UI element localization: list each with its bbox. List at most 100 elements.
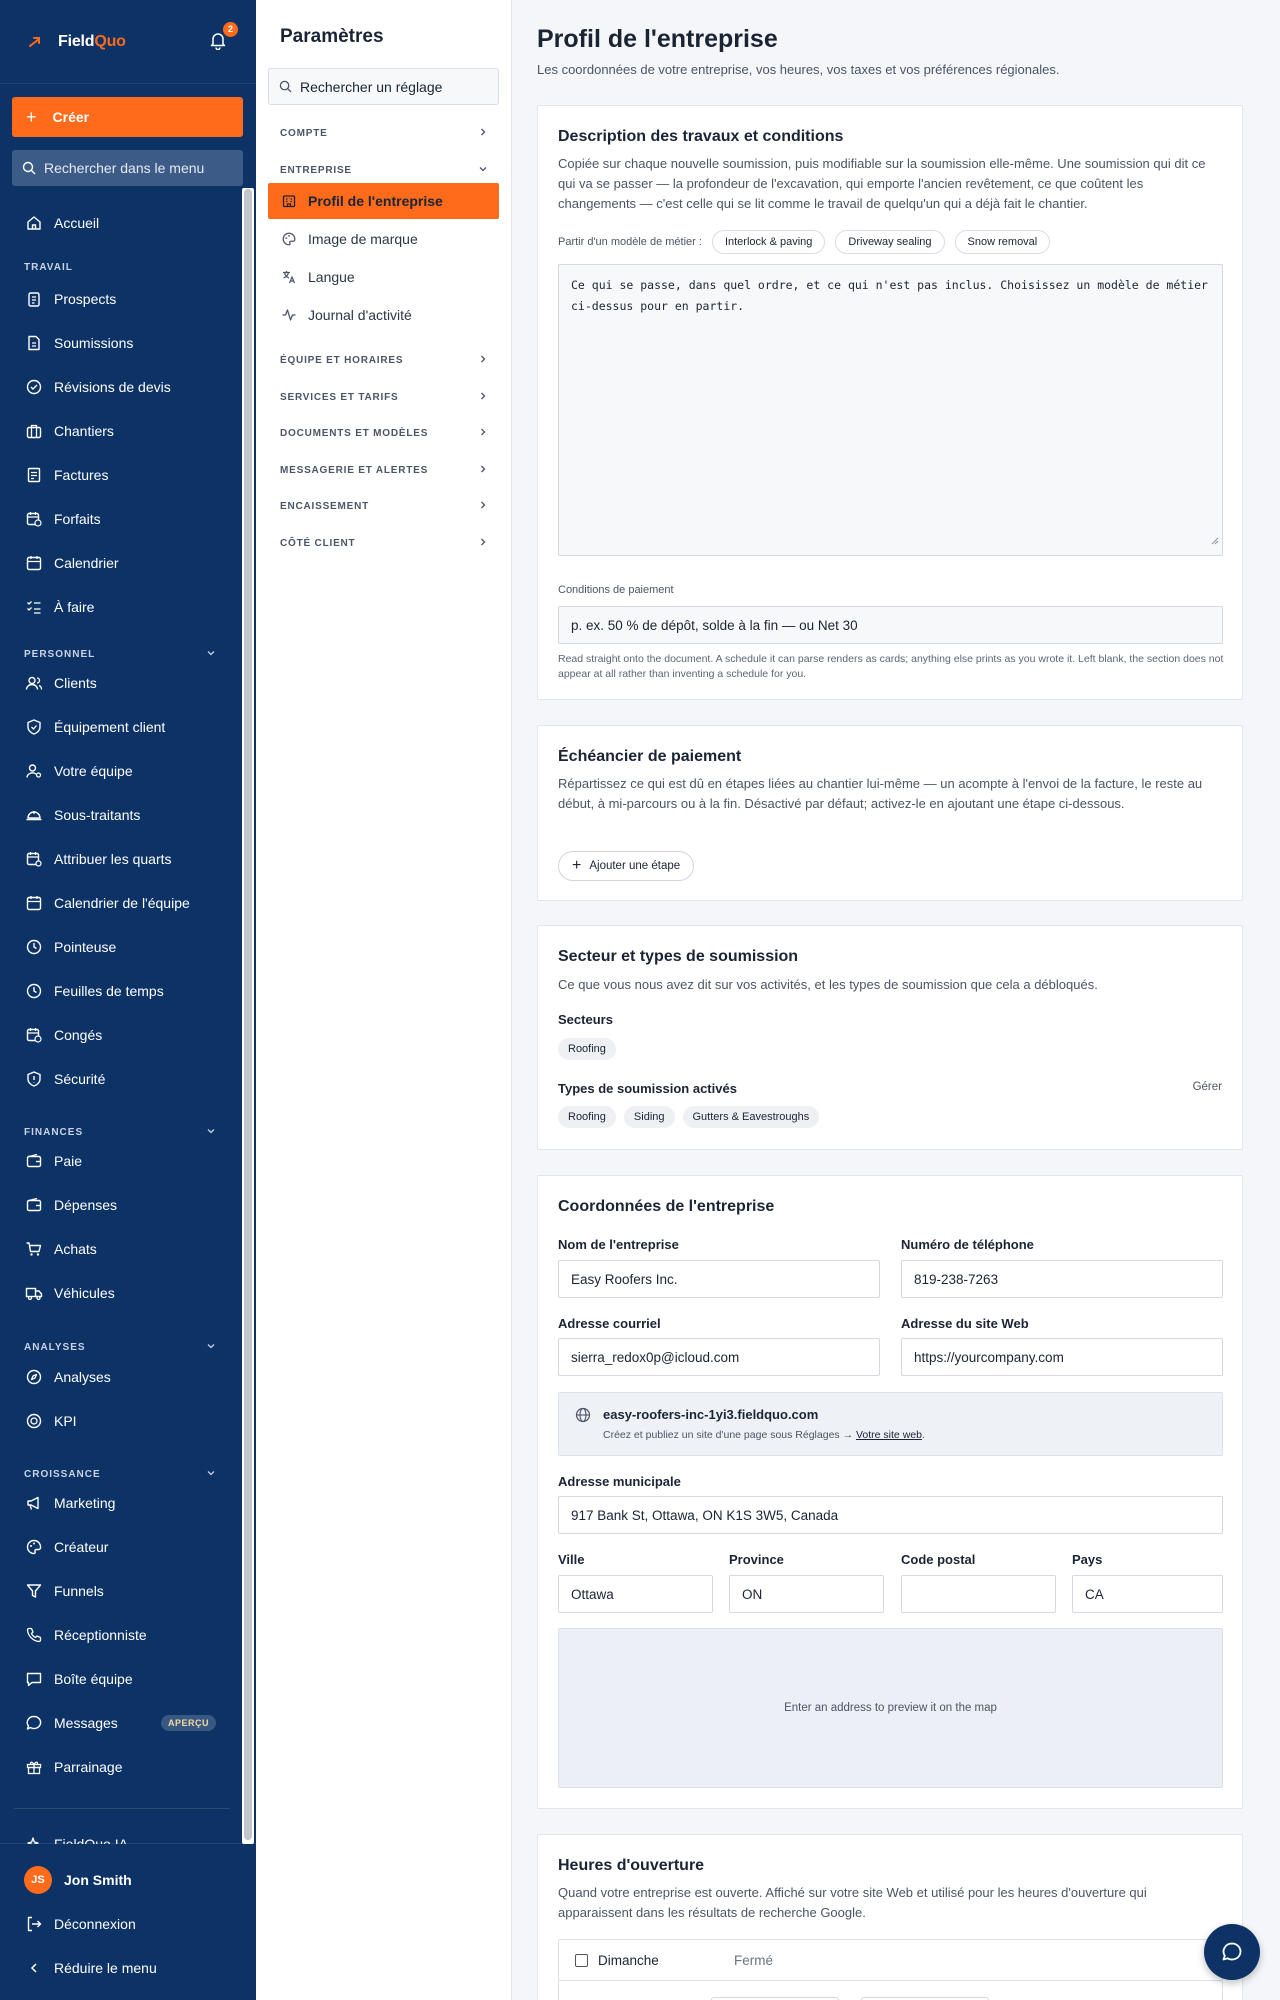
chevron-right-icon bbox=[478, 391, 488, 404]
sidebar-item-paie[interactable]: Paie bbox=[0, 1143, 240, 1179]
sector-tag: Roofing bbox=[558, 1038, 616, 1060]
settings-group-client[interactable]: CÔTÉ CLIENT bbox=[280, 537, 488, 550]
sidebar-item-feuilles[interactable]: Feuilles de temps bbox=[0, 973, 240, 1009]
sidebar-item-pointeuse[interactable]: Pointeuse bbox=[0, 929, 240, 965]
brand-name[interactable]: FieldQuo bbox=[58, 33, 126, 51]
address-input[interactable]: 917 Bank St, Ottawa, ON K1S 3W5, Canada bbox=[558, 1496, 1223, 1534]
notifications-bell-icon[interactable]: 2 bbox=[208, 21, 238, 54]
phone-incoming-icon bbox=[24, 1625, 44, 1645]
collapse-menu-button[interactable]: Réduire le menu bbox=[0, 1950, 256, 1986]
phone-input[interactable]: 819-238-7263 bbox=[901, 1260, 1223, 1298]
settings-group-entreprise[interactable]: ENTREPRISE bbox=[280, 164, 488, 177]
country-input[interactable]: CA bbox=[1072, 1575, 1223, 1613]
settings-group-documents[interactable]: DOCUMENTS ET MODÈLES bbox=[280, 427, 488, 440]
website-input[interactable]: https://yourcompany.com bbox=[901, 1338, 1223, 1376]
sidebar-item-equipe[interactable]: Votre équipe bbox=[0, 753, 240, 789]
notification-count-badge: 2 bbox=[223, 21, 238, 37]
sidebar-item-forfaits[interactable]: Forfaits bbox=[0, 501, 240, 537]
settings-group-encaissement[interactable]: ENCAISSEMENT bbox=[280, 500, 488, 513]
template-chip-driveway[interactable]: Driveway sealing bbox=[835, 230, 945, 254]
sidebar-item-vehicules[interactable]: Véhicules bbox=[0, 1275, 240, 1311]
sidebar-item-securite[interactable]: Sécurité bbox=[0, 1061, 240, 1097]
search-icon bbox=[279, 80, 292, 93]
logout-button[interactable]: Déconnexion bbox=[0, 1906, 256, 1942]
sidebar-item-funnels[interactable]: Funnels bbox=[0, 1573, 240, 1609]
menu-search-input[interactable]: Rechercher dans le menu bbox=[12, 150, 243, 186]
user-profile[interactable]: JS Jon Smith bbox=[0, 1862, 256, 1898]
sidebar-item-clients[interactable]: Clients bbox=[0, 665, 240, 701]
plus-icon: + bbox=[26, 106, 37, 127]
sidebar-item-prospects[interactable]: Prospects bbox=[0, 281, 240, 317]
briefcase-icon bbox=[24, 421, 44, 441]
settings-item-langue[interactable]: Langue bbox=[268, 259, 499, 295]
settings-item-profil[interactable]: Profil de l'entreprise bbox=[268, 183, 499, 219]
section-analyses[interactable]: ANALYSES bbox=[24, 1341, 216, 1354]
sidebar-item-kpi[interactable]: KPI bbox=[0, 1403, 240, 1439]
postal-input[interactable] bbox=[901, 1575, 1056, 1613]
your-site-link[interactable]: Votre site web bbox=[856, 1429, 922, 1441]
create-button[interactable]: + Créer bbox=[12, 97, 243, 137]
sidebar-item-home[interactable]: Accueil bbox=[0, 205, 240, 241]
settings-group-compte[interactable]: COMPTE bbox=[280, 127, 488, 140]
sidebar-item-achats[interactable]: Achats bbox=[0, 1231, 240, 1267]
hours-row-next bbox=[558, 1981, 1223, 2000]
sidebar-item-receptionniste[interactable]: Réceptionniste bbox=[0, 1617, 240, 1653]
settings-group-equipe[interactable]: ÉQUIPE ET HORAIRES bbox=[280, 354, 488, 367]
brand-row: FieldQuo 2 bbox=[0, 0, 256, 84]
company-name-input[interactable]: Easy Roofers Inc. bbox=[558, 1260, 880, 1298]
email-input[interactable]: sierra_redox0p@icloud.com bbox=[558, 1338, 880, 1376]
chat-bubble-icon bbox=[1222, 1942, 1242, 1961]
chat-bubble-icon bbox=[24, 1713, 44, 1733]
add-step-button[interactable]: + Ajouter une étape bbox=[558, 851, 695, 881]
scrollbar-thumb[interactable] bbox=[244, 189, 252, 1840]
site-url[interactable]: easy-roofers-inc-1yi3.fieldquo.com bbox=[603, 1407, 818, 1422]
sidebar-item-equipement[interactable]: Équipement client bbox=[0, 709, 240, 745]
sidebar-item-calendrier[interactable]: Calendrier bbox=[0, 545, 240, 581]
hosted-site-box: easy-roofers-inc-1yi3.fieldquo.com Créez… bbox=[558, 1392, 1223, 1456]
calendar-icon bbox=[24, 553, 44, 573]
template-chip-snow[interactable]: Snow removal bbox=[954, 230, 1051, 254]
section-personnel[interactable]: PERSONNEL bbox=[24, 648, 216, 661]
check-circle-icon bbox=[24, 377, 44, 397]
chevron-down-icon bbox=[206, 648, 216, 661]
sidebar-item-analyses[interactable]: Analyses bbox=[0, 1359, 240, 1395]
sidebar-item-a-faire[interactable]: À faire bbox=[0, 589, 240, 625]
sidebar-item-quarts[interactable]: Attribuer les quarts bbox=[0, 841, 240, 877]
email-label: Adresse courriel bbox=[558, 1316, 661, 1331]
sidebar-item-boite[interactable]: Boîte équipe bbox=[0, 1661, 240, 1697]
section-finances[interactable]: FINANCES bbox=[24, 1126, 216, 1139]
sidebar-item-ia[interactable]: FieldQuo IA bbox=[0, 1826, 240, 1844]
sidebar-item-chantiers[interactable]: Chantiers bbox=[0, 413, 240, 449]
card-description: Ce que vous nous avez dit sur vos activi… bbox=[558, 977, 1098, 992]
resize-handle-icon[interactable] bbox=[1210, 531, 1219, 552]
sidebar-item-messages[interactable]: Messages APERÇU bbox=[0, 1705, 240, 1741]
sidebar-item-factures[interactable]: Factures bbox=[0, 457, 240, 493]
province-input[interactable]: ON bbox=[729, 1575, 884, 1613]
manage-link[interactable]: Gérer bbox=[1193, 1081, 1222, 1093]
payment-terms-input[interactable]: p. ex. 50 % de dépôt, solde à la fin — o… bbox=[558, 606, 1223, 644]
work-description-textarea[interactable]: Ce qui se passe, dans quel ordre, et ce … bbox=[558, 264, 1223, 556]
sidebar-item-sous-traitants[interactable]: Sous-traitants bbox=[0, 797, 240, 833]
sidebar-item-parrainage[interactable]: Parrainage bbox=[0, 1749, 240, 1785]
settings-group-services[interactable]: SERVICES ET TARIFS bbox=[280, 391, 488, 404]
sunday-checkbox[interactable] bbox=[575, 1953, 588, 1967]
city-input[interactable]: Ottawa bbox=[558, 1575, 713, 1613]
sidebar-scrollbar[interactable] bbox=[242, 188, 254, 1844]
settings-search-input[interactable]: Rechercher un réglage bbox=[268, 68, 499, 105]
settings-item-journal[interactable]: Journal d'activité bbox=[268, 297, 499, 333]
sidebar-item-conges[interactable]: Congés bbox=[0, 1017, 240, 1053]
settings-item-image[interactable]: Image de marque bbox=[268, 221, 499, 257]
sidebar-item-revisions[interactable]: Révisions de devis bbox=[0, 369, 240, 405]
settings-group-messagerie[interactable]: MESSAGERIE ET ALERTES bbox=[280, 464, 488, 477]
sidebar-item-depenses[interactable]: Dépenses bbox=[0, 1187, 240, 1223]
sidebar-item-createur[interactable]: Créateur bbox=[0, 1529, 240, 1565]
chat-button[interactable] bbox=[1204, 1924, 1260, 1980]
map-preview[interactable]: Enter an address to preview it on the ma… bbox=[558, 1628, 1223, 1788]
section-croissance[interactable]: CROISSANCE bbox=[24, 1468, 216, 1481]
sidebar-item-marketing[interactable]: Marketing bbox=[0, 1485, 240, 1521]
business-hours-card: Heures d'ouverture Quand votre entrepris… bbox=[537, 1834, 1243, 2000]
sidebar-item-calendrier-equipe[interactable]: Calendrier de l'équipe bbox=[0, 885, 240, 921]
palette-icon bbox=[280, 230, 298, 248]
template-chip-interlock[interactable]: Interlock & paving bbox=[711, 230, 826, 254]
sidebar-item-soumissions[interactable]: Soumissions bbox=[0, 325, 240, 361]
